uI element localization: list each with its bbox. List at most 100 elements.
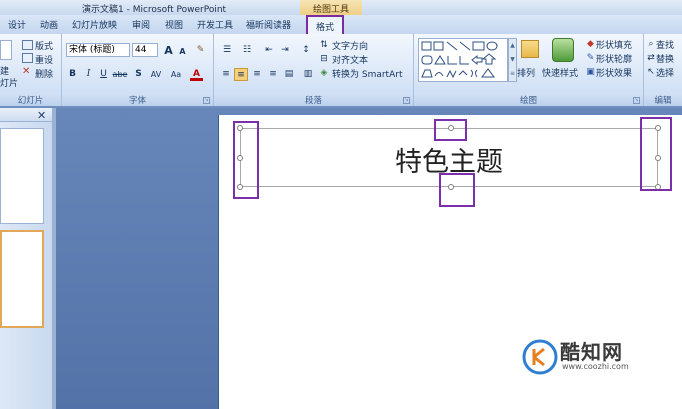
group-label-slides: 幻灯片 <box>0 93 61 106</box>
oval-shape-icon <box>486 41 498 51</box>
delete-icon: ✕ <box>22 66 31 77</box>
highlight-bottom-handle <box>439 173 475 207</box>
italic-button[interactable]: I <box>82 68 95 81</box>
zigzag-shape-icon <box>446 69 457 79</box>
align-left-icon[interactable]: ≡ <box>219 68 233 81</box>
char-spacing-button[interactable]: AV <box>148 68 164 81</box>
font-size-combo[interactable]: 44 <box>132 43 158 57</box>
watermark-url: www.coozhi.com <box>562 362 629 371</box>
elbow-arrow-icon <box>459 56 469 65</box>
select-button[interactable]: 选择 <box>656 66 674 79</box>
chevron-shape-icon <box>458 70 468 76</box>
tab-design[interactable]: 设计 <box>8 18 26 31</box>
tab-format[interactable]: 格式 <box>306 15 345 34</box>
highlight-right-handles <box>640 117 672 191</box>
replace-icon: ⇄ <box>647 53 655 63</box>
group-label-paragraph: 段落 <box>214 93 413 106</box>
strikethrough-button[interactable]: abe <box>112 68 128 81</box>
group-label-font: 字体 <box>62 93 213 106</box>
rounded-rect-shape-icon <box>421 55 433 65</box>
left-brace-icon <box>470 69 473 78</box>
decrease-indent-icon[interactable]: ⇤ <box>262 44 276 57</box>
layout-icon <box>22 40 33 50</box>
window-title: 演示文稿1 - Microsoft PowerPoint <box>82 5 227 15</box>
font-color-button[interactable]: A <box>190 68 203 81</box>
arrange-button[interactable]: 排列 <box>517 66 535 79</box>
paragraph-dialog-launcher-icon[interactable]: ↘ <box>403 97 410 104</box>
trapezoid-shape-icon <box>421 69 433 78</box>
group-editing: ⌕ 查找 ⇄ 替换 ↖ 选择 编辑 <box>644 34 682 106</box>
ribbon: 建 灯片 版式 重设 ✕ 删除 幻灯片 宋体 (标题) 44 A A ✎ B I… <box>0 34 682 106</box>
drawing-dialog-launcher-icon[interactable]: ↘ <box>633 97 640 104</box>
align-center-icon[interactable]: ≡ <box>234 68 248 81</box>
tab-foxit[interactable]: 福昕阅读器 <box>246 18 291 31</box>
new-slide-icon[interactable] <box>0 40 12 60</box>
shape-fill-button[interactable]: 形状填充 <box>596 38 632 51</box>
columns-icon[interactable]: ▥ <box>300 68 316 81</box>
delete-button[interactable]: 删除 <box>35 67 53 80</box>
bold-button[interactable]: B <box>66 68 79 81</box>
close-panel-icon[interactable]: ✕ <box>37 109 46 122</box>
tab-review[interactable]: 审阅 <box>132 18 150 31</box>
group-drawing: ▲ ▼ ≡ 排列 快速样式 ◆ 形状填充 ✎ 形状轮廓 ▣ 形状效果 绘图 ↘ <box>414 34 644 106</box>
right-brace-icon <box>475 69 478 78</box>
tab-animation[interactable]: 动画 <box>40 18 58 31</box>
tab-view[interactable]: 视图 <box>165 18 183 31</box>
align-text-button[interactable]: 对齐文本 <box>332 53 368 66</box>
find-button[interactable]: 查找 <box>656 38 674 51</box>
new-slide-label-2[interactable]: 灯片 <box>0 76 18 89</box>
distribute-icon[interactable]: ▤ <box>282 68 296 81</box>
font-dialog-launcher-icon[interactable]: ↘ <box>203 97 210 104</box>
bullets-icon[interactable]: ☰ <box>218 44 236 57</box>
shadow-button[interactable]: S <box>132 68 145 81</box>
align-right-icon[interactable]: ≡ <box>250 68 264 81</box>
star-shape-icon <box>481 68 495 78</box>
shrink-font-button[interactable]: A <box>176 45 189 58</box>
highlight-top-handle <box>434 119 467 141</box>
title-bar: 演示文稿1 - Microsoft PowerPoint 绘图工具 <box>0 0 682 15</box>
change-case-button[interactable]: Aa <box>168 68 184 81</box>
tab-slideshow[interactable]: 幻灯片放映 <box>72 18 117 31</box>
arrow-shape-icon <box>459 41 471 51</box>
reset-button[interactable]: 重设 <box>35 53 53 66</box>
quick-styles-button[interactable]: 快速样式 <box>542 66 578 79</box>
group-label-drawing: 绘图 <box>414 93 643 106</box>
highlight-left-handles <box>233 121 259 199</box>
right-arrow-shape-icon <box>471 54 483 66</box>
reset-icon <box>22 53 33 63</box>
shapes-gallery-scroll[interactable]: ▲ ▼ ≡ <box>508 38 517 82</box>
slide-thumbnail-2[interactable] <box>0 230 44 328</box>
ribbon-tabs: 设计 动画 幻灯片放映 审阅 视图 开发工具 福昕阅读器 格式 <box>0 15 682 34</box>
find-icon: ⌕ <box>648 39 654 49</box>
text-direction-button[interactable]: 文字方向 <box>332 39 368 52</box>
align-text-icon: ⊟ <box>320 54 328 64</box>
shape-outline-button[interactable]: 形状轮廓 <box>596 52 632 65</box>
triangle-shape-icon <box>434 55 446 65</box>
font-name-combo[interactable]: 宋体 (标题) <box>66 43 130 57</box>
clear-format-icon[interactable]: ✎ <box>194 44 207 57</box>
numbering-icon[interactable]: ☷ <box>238 44 256 57</box>
shapes-gallery-icons <box>421 41 498 79</box>
up-arrow-shape-icon <box>481 53 497 65</box>
group-label-editing: 编辑 <box>644 93 682 106</box>
slide-thumbnail-1[interactable] <box>0 128 44 224</box>
underline-button[interactable]: U <box>97 68 110 81</box>
layout-button[interactable]: 版式 <box>35 39 53 52</box>
group-font: 宋体 (标题) 44 A A ✎ B I U abe S AV Aa A 字体 … <box>62 34 214 106</box>
watermark-brand: 酷知网 <box>560 340 623 364</box>
select-icon: ↖ <box>647 67 655 77</box>
line-shape-icon <box>446 41 458 51</box>
justify-icon[interactable]: ≡ <box>266 68 280 81</box>
increase-indent-icon[interactable]: ⇥ <box>278 44 292 57</box>
tab-developer[interactable]: 开发工具 <box>197 18 233 31</box>
line-spacing-icon[interactable]: ↕ <box>298 44 314 57</box>
shape-effects-button[interactable]: 形状效果 <box>596 66 632 79</box>
arc-shape-icon <box>434 72 444 77</box>
group-slides: 建 灯片 版式 重设 ✕ 删除 幻灯片 <box>0 34 62 106</box>
grow-font-button[interactable]: A <box>162 44 175 57</box>
replace-button[interactable]: 替换 <box>656 52 674 65</box>
convert-smartart-button[interactable]: 转换为 SmartArt <box>332 67 402 80</box>
arrange-icon <box>521 40 539 58</box>
textbox-shape-icon <box>421 41 432 51</box>
shapes-gallery[interactable] <box>418 38 508 82</box>
